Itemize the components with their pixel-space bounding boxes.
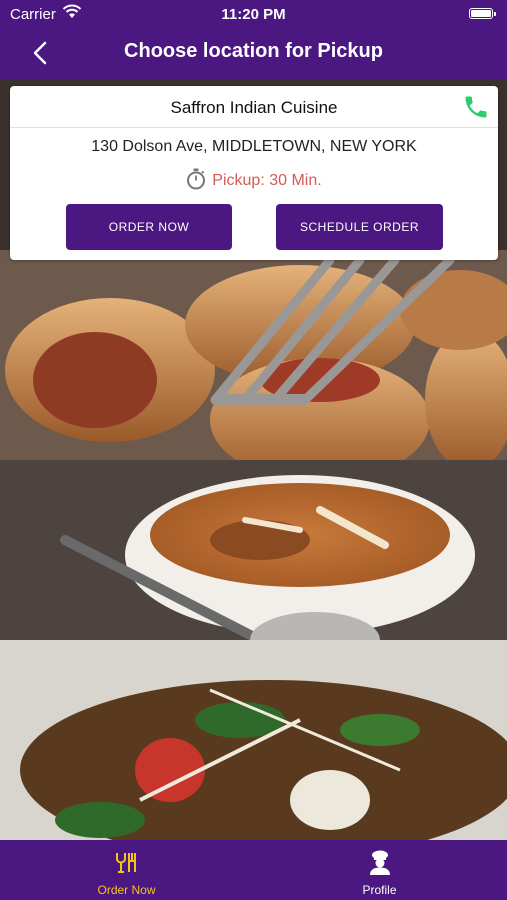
restaurant-address: 130 Dolson Ave, MIDDLETOWN, NEW YORK (91, 138, 417, 155)
tab-order-now-label: Order Now (97, 883, 156, 897)
schedule-order-button[interactable]: SCHEDULE ORDER (276, 204, 443, 250)
status-bar: Carrier 11:20 PM (0, 0, 507, 28)
dining-icon (115, 853, 136, 873)
page-title: Choose location for Pickup (124, 40, 383, 62)
tab-order-now[interactable]: Order Now (0, 840, 253, 900)
battery-icon (469, 8, 496, 19)
status-time: 11:20 PM (221, 6, 286, 23)
top-bar: Carrier 11:20 PM Choose location for Pic… (0, 0, 507, 80)
pickup-label: Pickup: 30 Min. (212, 172, 322, 190)
tab-profile[interactable]: Profile (253, 840, 506, 900)
tab-bar: Order Now Profile (0, 840, 507, 900)
restaurant-name: Saffron Indian Cuisine (170, 98, 338, 117)
card-header: Saffron Indian Cuisine (10, 86, 498, 128)
stopwatch-icon (187, 168, 206, 190)
phone-icon[interactable] (462, 93, 490, 121)
chef-icon (369, 850, 390, 875)
tab-profile-label: Profile (362, 883, 397, 897)
pickup-time: Pickup: 30 Min. (10, 168, 498, 192)
location-card: Saffron Indian Cuisine 130 Dolson Ave, M… (10, 86, 498, 260)
order-now-button[interactable]: ORDER NOW (66, 204, 232, 250)
